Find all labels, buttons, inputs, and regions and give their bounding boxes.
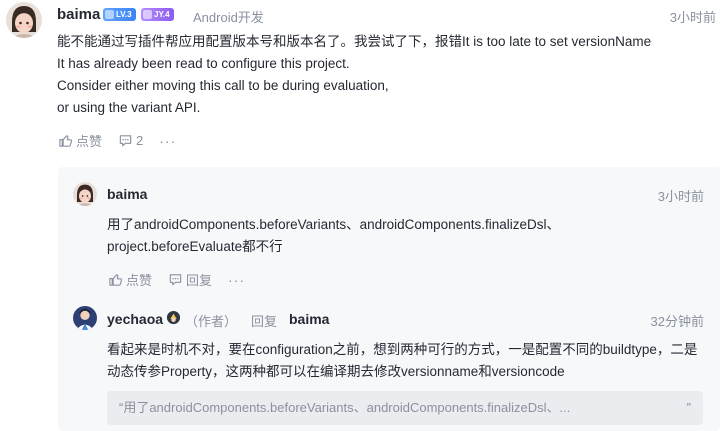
like-button[interactable]: 点赞 bbox=[108, 270, 152, 289]
reply-time: 32分钟前 bbox=[650, 314, 704, 329]
reply-username[interactable]: baima bbox=[107, 186, 147, 202]
reply-line: project.beforeEvaluate都不行 bbox=[107, 239, 283, 254]
reply-to-label: 回复 bbox=[251, 314, 278, 329]
comment-line: It has already been read to configure th… bbox=[57, 56, 350, 71]
reply-target-user[interactable]: baima bbox=[289, 311, 329, 327]
level-badge: LV.3 bbox=[103, 8, 136, 21]
reply-line: 动态传参Property，这两种都可以在编译期去修改versionname和ve… bbox=[107, 364, 565, 379]
user-position: Android开发 bbox=[193, 10, 264, 25]
like-label: 点赞 bbox=[76, 134, 103, 149]
comment-icon bbox=[119, 135, 132, 147]
thumbs-up-icon bbox=[59, 135, 73, 147]
reply-content: 用了androidComponents.beforeVariants、andro… bbox=[107, 214, 560, 258]
comment-actions: 点赞 2 ··· bbox=[58, 131, 176, 150]
like-button[interactable]: 点赞 bbox=[58, 131, 102, 150]
reply-button[interactable]: 回复 bbox=[168, 270, 212, 289]
reply-line: 用了androidComponents.beforeVariants、andro… bbox=[107, 217, 560, 232]
more-icon[interactable]: ··· bbox=[159, 133, 176, 149]
reply-actions: 点赞 回复 ··· bbox=[108, 270, 245, 289]
reply-time: 3小时前 bbox=[657, 189, 704, 204]
comment-line: 能不能通过写插件帮应用配置版本号和版本名了。我尝试了下，报错It is too … bbox=[57, 34, 652, 49]
vip-icon bbox=[166, 310, 181, 325]
quote-end-mark: ” bbox=[686, 400, 691, 415]
avatar-baima[interactable] bbox=[73, 182, 97, 206]
jy-badge: JY.4 bbox=[141, 8, 174, 21]
reply-line: 看起来是时机不对，要在configuration之前，想到两种可行的方式，一是配… bbox=[107, 342, 698, 357]
comment-count-button[interactable]: 2 bbox=[118, 133, 143, 148]
reply-label: 回复 bbox=[186, 273, 213, 288]
comment-line: Consider either moving this call to be d… bbox=[57, 78, 389, 93]
quote-text: “用了androidComponents.beforeVariants、andr… bbox=[119, 400, 571, 415]
comment-line: or using the variant API. bbox=[57, 100, 201, 115]
thumbs-up-icon bbox=[109, 274, 123, 286]
quoted-reply: “用了androidComponents.beforeVariants、andr… bbox=[107, 391, 703, 425]
comment-icon bbox=[169, 274, 182, 286]
author-tag: （作者） bbox=[185, 314, 238, 329]
jy-badge-text: JY.4 bbox=[154, 10, 170, 19]
more-icon[interactable]: ··· bbox=[228, 272, 245, 288]
comment-content: 能不能通过写插件帮应用配置版本号和版本名了。我尝试了下，报错It is too … bbox=[57, 31, 651, 119]
comment-username[interactable]: baima bbox=[57, 6, 100, 23]
like-label: 点赞 bbox=[126, 273, 153, 288]
reply-content: 看起来是时机不对，要在configuration之前，想到两种可行的方式，一是配… bbox=[107, 339, 697, 383]
avatar-baima[interactable] bbox=[6, 2, 42, 38]
reply-username[interactable]: yechaoa bbox=[107, 311, 163, 327]
comment-time: 3小时前 bbox=[669, 10, 716, 25]
avatar-yechaoa[interactable] bbox=[73, 306, 97, 330]
comment-count: 2 bbox=[136, 133, 144, 148]
level-badge-text: LV.3 bbox=[116, 10, 132, 19]
